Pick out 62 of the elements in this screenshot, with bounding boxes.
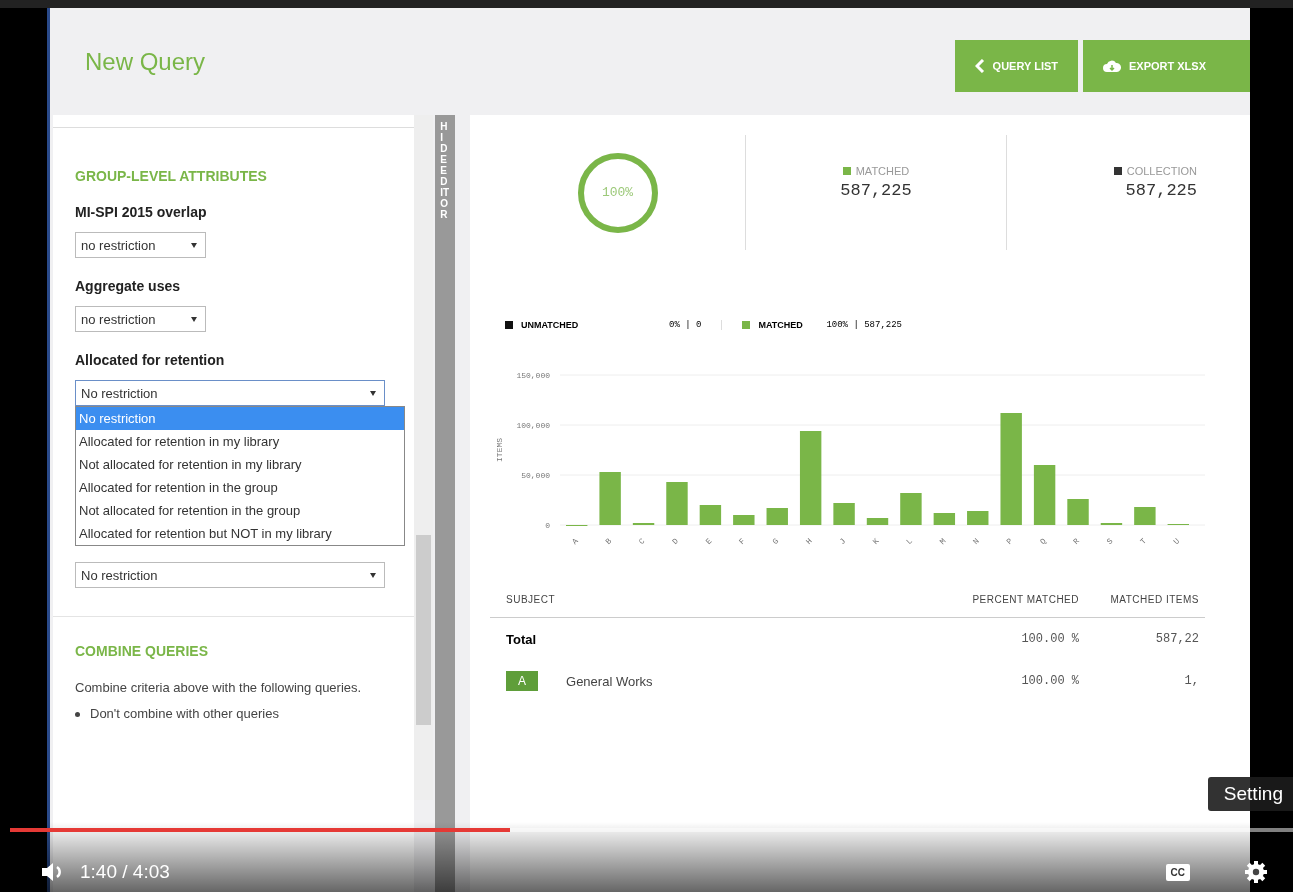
- select-field[interactable]: no restriction: [75, 232, 206, 258]
- y-tick-label: 0: [545, 521, 550, 530]
- field-label: Aggregate uses: [75, 278, 182, 294]
- stat-label: MATCHED: [855, 165, 910, 177]
- dropdown-option[interactable]: Not allocated for retention in my library: [76, 453, 404, 476]
- x-tick-label: D: [670, 536, 681, 547]
- select-field[interactable]: no restriction: [75, 306, 206, 332]
- field-label: MI-SPI 2015 overlap: [75, 204, 208, 220]
- select-field[interactable]: No restriction: [75, 562, 385, 588]
- select-field[interactable]: No restriction: [75, 380, 385, 406]
- x-tick-label: U: [1171, 536, 1182, 547]
- x-tick-label: T: [1138, 536, 1148, 547]
- x-tick-label: H: [804, 536, 814, 547]
- x-tick-label: L: [904, 536, 915, 547]
- table-cell: Total: [506, 631, 537, 647]
- stat-value: 587,225: [1125, 181, 1197, 200]
- column-header: PERCENT MATCHED: [971, 594, 1079, 605]
- field-label: Allocated for retention: [75, 352, 226, 368]
- legend-value: 100% | 587,225: [826, 320, 903, 330]
- stat-label: COLLECTION: [1126, 165, 1197, 177]
- table-cell: General Works: [566, 673, 653, 689]
- x-tick-label: S: [1104, 536, 1115, 547]
- table-cell-text: 1,: [1183, 674, 1200, 688]
- table-cell-text: 100.00 %: [1020, 632, 1079, 646]
- dropdown-option[interactable]: Allocated for retention in the group: [76, 476, 404, 499]
- option-text: Don't combine with other queries: [90, 705, 279, 723]
- table-cell-text: 587,22: [1154, 632, 1200, 646]
- percent-value: 100%: [601, 185, 634, 200]
- table-cell-text: 100.00 %: [1020, 674, 1079, 688]
- y-tick-label: 50,000: [521, 471, 550, 480]
- legend-label: MATCHED: [758, 320, 804, 330]
- section-heading: GROUP-LEVEL ATTRIBUTES: [75, 168, 268, 184]
- y-tick-label: 150,000: [516, 371, 550, 380]
- x-tick-label: R: [1071, 536, 1082, 547]
- legend-label: UNMATCHED: [521, 320, 580, 330]
- x-tick-label: E: [703, 536, 714, 547]
- column-header: MATCHED ITEMS: [1109, 594, 1200, 605]
- x-tick-label: C: [636, 536, 647, 547]
- y-tick-label: 100,000: [516, 421, 550, 430]
- dropdown-option[interactable]: Allocated for retention in my library: [76, 430, 404, 453]
- legend-value: 0% | 0: [669, 320, 702, 330]
- dropdown-option[interactable]: Allocated for retention but NOT in my library: [76, 522, 404, 545]
- x-tick-label: F: [737, 536, 747, 547]
- settings-tooltip: Setting: [1207, 777, 1293, 811]
- x-tick-label: B: [603, 536, 614, 547]
- x-tick-label: J: [837, 536, 848, 547]
- page-title: New Query: [85, 47, 206, 76]
- description-text: Combine criteria above with the following queries.: [75, 679, 363, 697]
- time-display: 1:40 / 4:03: [80, 861, 170, 883]
- x-tick-label: Q: [1037, 536, 1048, 547]
- class-badge: A: [506, 671, 538, 691]
- column-header: SUBJECT: [506, 594, 557, 605]
- axis-label: ITEMS: [495, 438, 504, 462]
- x-tick-label: M: [937, 536, 948, 547]
- dropdown-option[interactable]: Not allocated for retention in the group: [76, 499, 404, 522]
- x-tick-label: G: [770, 536, 781, 547]
- stat-value: 587,225: [840, 181, 912, 200]
- x-tick-label: K: [870, 536, 881, 547]
- x-tick-label: A: [570, 536, 580, 547]
- x-tick-label: N: [971, 536, 981, 547]
- x-tick-label: P: [1004, 536, 1015, 547]
- section-heading: COMBINE QUERIES: [75, 643, 209, 659]
